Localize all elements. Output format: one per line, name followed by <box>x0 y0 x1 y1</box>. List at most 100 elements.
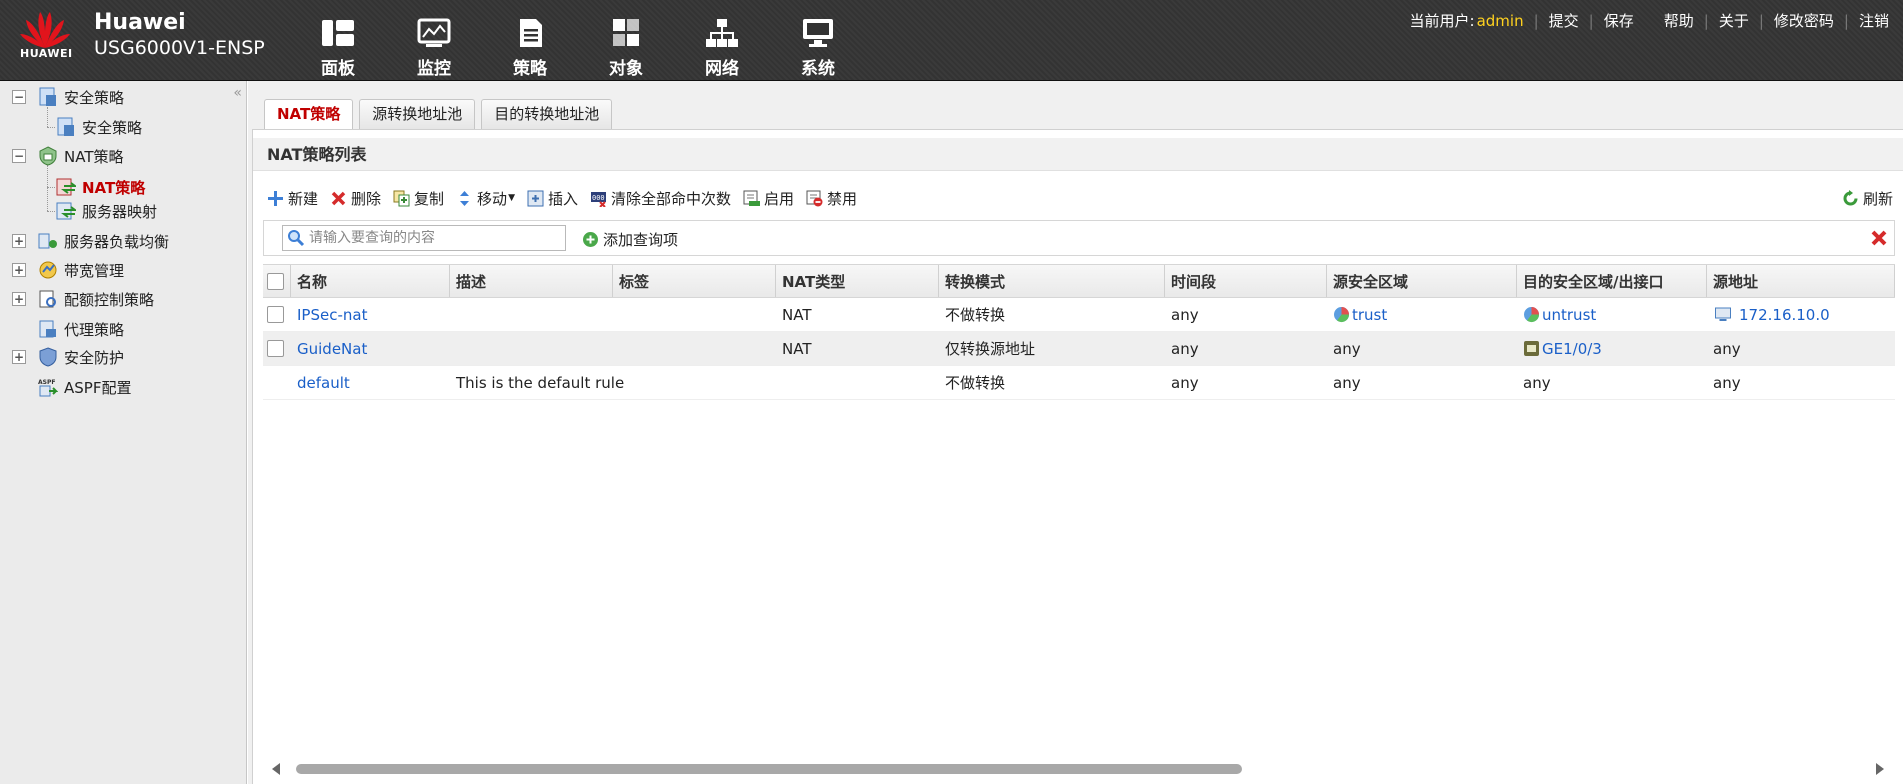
select-all-checkbox[interactable] <box>267 272 284 290</box>
expand-icon[interactable]: + <box>12 292 26 306</box>
move-updown-icon <box>460 190 470 206</box>
collapse-icon[interactable]: − <box>12 149 26 163</box>
main-content: NAT策略 源转换地址池 目的转换地址池 NAT策略列表 新建 删除 复制 移动… <box>248 81 1903 784</box>
save-link[interactable]: 保存 <box>1604 10 1634 31</box>
security-policy-icon <box>39 87 56 106</box>
table-row[interactable]: default This is the default rule 不做转换 an… <box>263 366 1895 400</box>
copy-button[interactable]: 复制 <box>393 188 444 209</box>
description-cell <box>450 298 613 331</box>
sidebar-item-label: 带宽管理 <box>64 261 125 280</box>
column-header-time-range[interactable]: 时间段 <box>1165 265 1327 297</box>
change-password-link[interactable]: 修改密码 <box>1774 10 1834 31</box>
sidebar-item-server-load-balance[interactable]: + 服务器负载均衡 <box>12 229 169 253</box>
clear-hit-count-button[interactable]: 000 清除全部命中次数 <box>590 188 731 209</box>
sidebar-item-proxy-policy[interactable]: 代理策略 <box>38 317 124 341</box>
policy-name-link[interactable]: default <box>297 374 350 392</box>
policy-icon <box>520 19 542 47</box>
sidebar-item-aspf[interactable]: ASPF ASPF配置 <box>38 375 131 399</box>
tab-source-nat-pool[interactable]: 源转换地址池 <box>359 99 476 129</box>
submit-link[interactable]: 提交 <box>1549 10 1579 31</box>
expand-icon[interactable]: + <box>12 263 26 277</box>
zone-link[interactable]: trust <box>1352 306 1387 324</box>
help-link[interactable]: 帮助 <box>1664 10 1694 31</box>
expand-icon[interactable]: + <box>12 234 26 248</box>
expand-icon[interactable]: + <box>12 350 26 364</box>
sidebar-item-nat-policy[interactable]: NAT策略 <box>56 175 145 199</box>
scroll-right-icon[interactable] <box>1876 763 1884 775</box>
nav-dashboard[interactable]: 面板 <box>290 0 386 81</box>
policy-name-link[interactable]: GuideNat <box>297 340 367 358</box>
search-input[interactable] <box>309 230 559 246</box>
sidebar-item-label: 配额控制策略 <box>64 290 155 309</box>
scroll-left-icon[interactable] <box>272 763 280 775</box>
row-checkbox[interactable] <box>267 306 284 323</box>
sidebar-item-label: 服务器负载均衡 <box>64 232 170 251</box>
column-header-tag[interactable]: 标签 <box>613 265 776 297</box>
tree-connector <box>47 187 55 188</box>
nav-policy[interactable]: 策略 <box>482 0 578 81</box>
sidebar-item-label: 安全防护 <box>64 348 125 367</box>
separator: | <box>1533 11 1539 30</box>
sidebar-item-bandwidth[interactable]: + 带宽管理 <box>12 258 124 282</box>
table-row[interactable]: IPSec-nat NAT 不做转换 any trust untrust 172… <box>263 298 1895 332</box>
disable-icon <box>806 190 823 206</box>
collapse-sidebar-icon[interactable]: « <box>233 85 242 101</box>
column-header-source-zone[interactable]: 源安全区域 <box>1327 265 1517 297</box>
nav-network[interactable]: 网络 <box>674 0 770 81</box>
close-icon[interactable] <box>1870 229 1888 247</box>
column-header-description[interactable]: 描述 <box>450 265 613 297</box>
logout-link[interactable]: 注销 <box>1859 10 1889 31</box>
insert-button[interactable]: 插入 <box>527 188 578 209</box>
sidebar-item-label: 服务器映射 <box>82 202 158 221</box>
about-link[interactable]: 关于 <box>1719 10 1749 31</box>
add-circle-icon <box>583 232 598 247</box>
button-label: 新建 <box>288 189 319 208</box>
address-link[interactable]: 172.16.10.0 <box>1739 306 1830 324</box>
column-header-nat-type[interactable]: NAT类型 <box>776 265 939 297</box>
delete-icon <box>331 191 346 205</box>
security-policy-icon <box>57 117 74 136</box>
column-header-name[interactable]: 名称 <box>291 265 450 297</box>
user-menu: 当前用户: admin | 提交 | 保存 帮助 | 关于 | 修改密码 | 注… <box>1410 10 1889 31</box>
nav-object[interactable]: 对象 <box>578 0 674 81</box>
policy-name-link[interactable]: IPSec-nat <box>297 306 367 324</box>
zone-link[interactable]: untrust <box>1542 306 1596 324</box>
sidebar-item-label: ASPF配置 <box>64 378 132 397</box>
scrollbar-thumb[interactable] <box>296 764 1242 774</box>
nav-system[interactable]: 系统 <box>770 0 866 81</box>
tree-connector <box>47 165 48 211</box>
tag-cell <box>613 332 776 365</box>
nat-policy-table: 名称 描述 标签 NAT类型 转换模式 时间段 源安全区域 目的安全区域/出接口… <box>263 264 1895 400</box>
table-row[interactable]: GuideNat NAT 仅转换源地址 any any GE1/0/3 any <box>263 332 1895 366</box>
add-query-button[interactable]: 添加查询项 <box>582 229 678 250</box>
tag-cell <box>613 298 776 331</box>
search-icon <box>288 230 305 247</box>
enable-button[interactable]: 启用 <box>743 188 794 209</box>
nav-monitor[interactable]: 监控 <box>386 0 482 81</box>
move-dropdown[interactable]: 移动 ▼ <box>456 188 515 209</box>
column-header-translation-mode[interactable]: 转换模式 <box>939 265 1165 297</box>
bandwidth-icon <box>39 261 57 279</box>
separator: | <box>1703 11 1709 30</box>
new-button[interactable]: 新建 <box>267 188 318 209</box>
brand-block: Huawei USG6000V1-ENSP <box>94 10 265 60</box>
sidebar-item-security-policy[interactable]: 安全策略 <box>56 115 142 139</box>
column-header-source-address[interactable]: 源地址 <box>1707 265 1895 297</box>
sidebar-item-security-policy-group[interactable]: − 安全策略 <box>12 85 124 109</box>
tab-destination-nat-pool[interactable]: 目的转换地址池 <box>481 99 613 129</box>
refresh-button[interactable]: 刷新 <box>1842 184 1893 212</box>
horizontal-scrollbar[interactable] <box>264 761 1896 779</box>
sidebar-item-quota-control[interactable]: + 配额控制策略 <box>12 287 154 311</box>
sidebar-item-security-protection[interactable]: + 安全防护 <box>12 345 124 369</box>
sidebar-item-nat-policy-group[interactable]: − NAT策略 <box>12 144 123 168</box>
row-checkbox[interactable] <box>267 340 284 357</box>
sidebar-item-server-mapping[interactable]: 服务器映射 <box>56 199 157 223</box>
disable-button[interactable]: 禁用 <box>806 188 857 209</box>
plus-icon <box>268 190 283 206</box>
delete-button[interactable]: 删除 <box>330 188 381 209</box>
tab-nat-policy[interactable]: NAT策略 <box>264 99 354 130</box>
row-select-cell <box>263 366 291 399</box>
collapse-icon[interactable]: − <box>12 90 26 104</box>
column-header-destination-zone[interactable]: 目的安全区域/出接口 <box>1517 265 1707 297</box>
interface-link[interactable]: GE1/0/3 <box>1542 340 1602 358</box>
